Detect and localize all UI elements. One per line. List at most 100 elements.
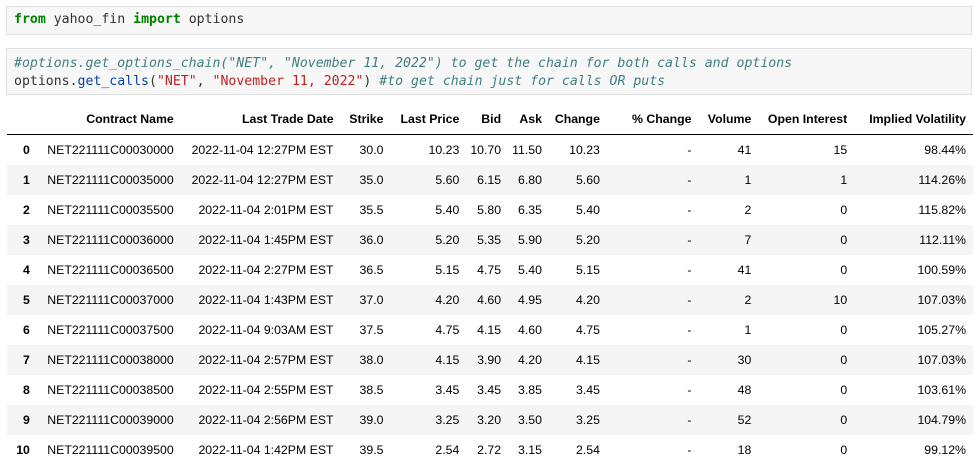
table-cell: 112.11% xyxy=(919,232,966,247)
table-cell: 2022-11-04 1:45PM EST xyxy=(198,232,334,247)
code-function: get_calls xyxy=(77,74,149,89)
imported-name: options xyxy=(188,12,245,27)
table-cell: 107.03% xyxy=(917,352,966,367)
table-cell: 6.80 xyxy=(518,172,542,187)
table-row: 7 NET221111C00038000 2022-11-04 2:57PM EST… xyxy=(7,344,973,375)
table-cell: 30.0 xyxy=(359,142,384,157)
table-cell: 2022-11-04 9:03AM EST xyxy=(198,322,334,337)
table-cell: 35.5 xyxy=(359,202,384,217)
table-row: 6 NET221111C00037500 2022-11-04 9:03AM EST… xyxy=(7,315,973,345)
table-cell: - xyxy=(687,382,692,397)
table-cell: - xyxy=(687,262,692,277)
table-cell: 2022-11-04 2:56PM EST xyxy=(198,412,334,427)
table-cell: 39.5 xyxy=(359,442,384,457)
table-cell: 2022-11-04 12:27PM EST xyxy=(191,142,334,157)
table-cell: 4.20 xyxy=(518,352,542,367)
table-cell: 5.40 xyxy=(435,202,460,217)
table-cell: 2.72 xyxy=(477,442,502,457)
keyword-import: import xyxy=(133,12,181,27)
table-cell: 6.15 xyxy=(477,172,502,187)
table-cell: - xyxy=(687,412,692,427)
table-cell: 37.0 xyxy=(359,292,384,307)
row-index: 8 xyxy=(23,382,30,397)
table-cell: 39.0 xyxy=(359,412,384,427)
table-row: 9 NET221111C00039000 2022-11-04 2:56PM EST… xyxy=(7,404,973,435)
table-cell: 3.45 xyxy=(575,382,600,397)
table-cell: - xyxy=(687,202,692,217)
column-header: Last Price xyxy=(390,104,467,135)
row-index: 1 xyxy=(23,172,30,187)
row-index: 3 xyxy=(23,232,30,247)
table-cell: 3.90 xyxy=(477,352,502,367)
table-cell: 30 xyxy=(737,352,752,367)
table-cell: 2.54 xyxy=(575,442,600,457)
table-cell: 4.95 xyxy=(518,292,542,307)
table-cell: 5.15 xyxy=(575,262,600,277)
header-row: Contract Name Last Trade Date Strike Last P… xyxy=(7,104,973,135)
table-cell: 18 xyxy=(737,442,752,457)
column-header: Volume xyxy=(698,104,759,135)
table-cell: 4.75 xyxy=(477,262,502,277)
output-area: Contract Name Last Trade Date Strike Last P… xyxy=(7,104,973,465)
table-cell: 103.61% xyxy=(917,382,966,397)
table-cell: 41 xyxy=(737,142,752,157)
code-cell-import[interactable]: from yahoo_fin import options xyxy=(6,6,972,35)
row-index: 9 xyxy=(23,412,30,427)
table-cell: 4.60 xyxy=(477,292,502,307)
table-cell: 4.75 xyxy=(575,322,600,337)
table-cell: NET221111C00036500 xyxy=(47,262,174,277)
code-arg-separator: , xyxy=(196,74,213,89)
code-comment-line: #options.get_options_chain("NET", "Novem… xyxy=(14,56,793,71)
code-cell-get-calls[interactable]: #options.get_options_chain("NET", "Novem… xyxy=(6,48,972,95)
table-cell: 5.80 xyxy=(477,202,502,217)
table-cell: 10.23 xyxy=(428,142,460,157)
table-cell: 38.5 xyxy=(359,382,384,397)
table-cell: 10.70 xyxy=(470,142,502,157)
column-header: Open Interest xyxy=(758,104,855,135)
table-cell: 105.27% xyxy=(917,322,966,337)
keyword-from: from xyxy=(14,12,46,27)
table-cell: 5.60 xyxy=(435,172,460,187)
table-cell: - xyxy=(687,292,692,307)
table-cell: 98.44% xyxy=(924,142,966,157)
table-cell: 10.23 xyxy=(569,142,600,157)
table-cell: 5.60 xyxy=(575,172,600,187)
code-close-paren: ) xyxy=(363,74,380,89)
column-header: % Change xyxy=(606,104,699,135)
table-row: 1 NET221111C00035000 2022-11-04 12:27PM ES… xyxy=(7,164,973,195)
table-cell: NET221111C00038500 xyxy=(47,382,174,397)
table-cell: 107.03% xyxy=(917,292,966,307)
code-open-paren: ( xyxy=(149,74,157,89)
column-header: Contract Name xyxy=(36,104,181,135)
code-arg-date: "November 11, 2022" xyxy=(212,74,364,89)
table-cell: 4.60 xyxy=(518,322,542,337)
table-cell: 4.15 xyxy=(575,352,600,367)
table-cell: 100.59% xyxy=(917,262,966,277)
table-cell: 3.50 xyxy=(518,412,542,427)
code-arg-ticker: "NET" xyxy=(156,74,197,89)
table-body: 0 NET221111C00030000 2022-11-04 12:27PM ES… xyxy=(7,135,973,465)
table-cell: 41 xyxy=(737,262,752,277)
table-cell: NET221111C00039500 xyxy=(47,442,174,457)
table-cell: 15 xyxy=(833,142,848,157)
options-dataframe: Contract Name Last Trade Date Strike Last P… xyxy=(7,104,973,465)
row-index: 10 xyxy=(16,442,30,457)
table-cell: 1 xyxy=(744,322,752,337)
table-cell: 48 xyxy=(737,382,752,397)
table-cell: 52 xyxy=(737,412,752,427)
table-cell: 3.45 xyxy=(435,382,460,397)
code-dot: . xyxy=(69,74,78,89)
table-cell: 1 xyxy=(744,172,752,187)
table-cell: 115.82% xyxy=(918,202,966,217)
table-cell: NET221111C00037500 xyxy=(47,322,174,337)
code-line-call: options.get_calls("NET", "November 11, 2… xyxy=(14,73,971,91)
table-cell: 5.15 xyxy=(435,262,460,277)
table-row: 3 NET221111C00036000 2022-11-04 1:45PM EST… xyxy=(7,224,973,255)
table-cell: - xyxy=(687,232,692,247)
column-header: Bid xyxy=(466,104,509,135)
table-cell: NET221111C00036000 xyxy=(47,232,174,247)
table-cell: 0 xyxy=(840,232,848,247)
table-cell: 4.75 xyxy=(435,322,460,337)
row-index: 0 xyxy=(23,142,30,157)
table-cell: NET221111C00035000 xyxy=(47,172,174,187)
